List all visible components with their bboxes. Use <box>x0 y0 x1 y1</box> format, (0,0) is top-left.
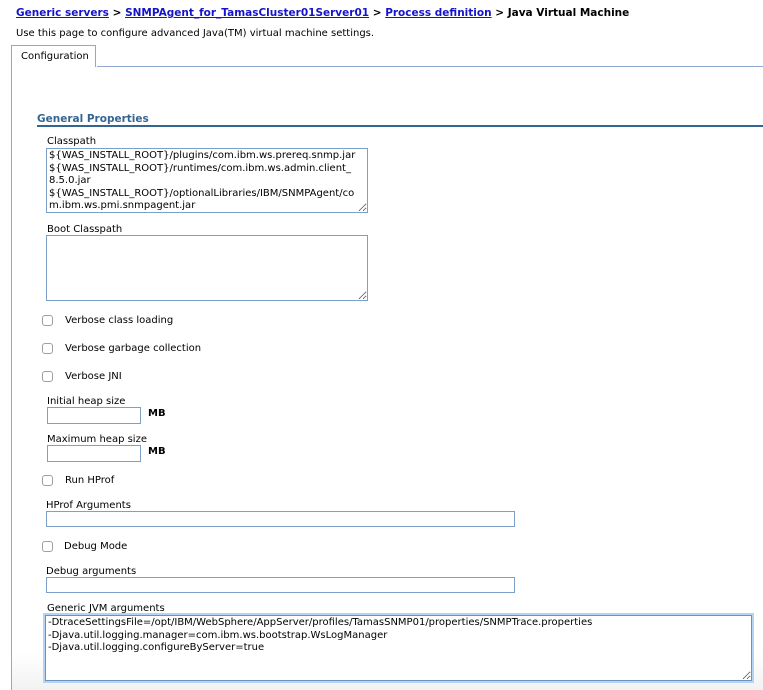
breadcrumb-separator: > <box>495 7 505 19</box>
breadcrumb-separator: > <box>112 7 122 19</box>
section-title-general-properties: General Properties <box>37 113 149 125</box>
verbose-class-loading-label: Verbose class loading <box>65 315 174 326</box>
classpath-label: Classpath <box>47 136 97 147</box>
debug-mode-checkbox[interactable] <box>42 541 53 552</box>
initial-heap-label: Initial heap size <box>47 396 126 407</box>
debug-args-label: Debug arguments <box>46 566 137 577</box>
generic-jvm-args-textarea[interactable]: -DtraceSettingsFile=/opt/IBM/WebSphere/A… <box>45 615 752 681</box>
content-panel-border <box>11 67 12 690</box>
verbose-gc-checkbox[interactable] <box>42 343 53 354</box>
breadcrumb-separator: > <box>372 7 382 19</box>
boot-classpath-textarea[interactable] <box>46 235 368 301</box>
breadcrumb-snmp-agent-server[interactable]: SNMPAgent_for_TamasCluster01Server01 <box>125 7 369 19</box>
run-hprof-label: Run HProf <box>65 475 115 486</box>
section-divider <box>37 125 763 127</box>
max-heap-unit: MB <box>148 446 166 457</box>
run-hprof-checkbox[interactable] <box>42 475 53 486</box>
initial-heap-unit: MB <box>148 408 166 419</box>
tab-configuration[interactable]: Configuration <box>11 45 96 67</box>
max-heap-input[interactable] <box>47 445 141 462</box>
verbose-class-loading-checkbox[interactable] <box>42 315 53 326</box>
tab-divider <box>97 66 763 67</box>
debug-args-input[interactable] <box>46 577 515 593</box>
verbose-gc-label: Verbose garbage collection <box>65 343 202 354</box>
breadcrumb-generic-servers[interactable]: Generic servers <box>16 7 109 19</box>
boot-classpath-label: Boot Classpath <box>47 224 123 235</box>
breadcrumb: Generic servers > SNMPAgent_for_TamasClu… <box>16 7 629 19</box>
breadcrumb-process-definition[interactable]: Process definition <box>385 7 491 19</box>
hprof-args-label: HProf Arguments <box>46 500 131 511</box>
page-description: Use this page to configure advanced Java… <box>16 28 375 39</box>
verbose-jni-checkbox[interactable] <box>42 371 53 382</box>
generic-jvm-args-label: Generic JVM arguments <box>47 603 165 614</box>
verbose-jni-label: Verbose JNI <box>65 371 122 382</box>
initial-heap-input[interactable] <box>47 407 141 424</box>
classpath-textarea[interactable]: ${WAS_INSTALL_ROOT}/plugins/com.ibm.ws.p… <box>46 148 368 213</box>
max-heap-label: Maximum heap size <box>47 434 147 445</box>
hprof-args-input[interactable] <box>46 511 515 527</box>
breadcrumb-current-page: Java Virtual Machine <box>507 7 630 19</box>
debug-mode-label: Debug Mode <box>64 541 128 552</box>
